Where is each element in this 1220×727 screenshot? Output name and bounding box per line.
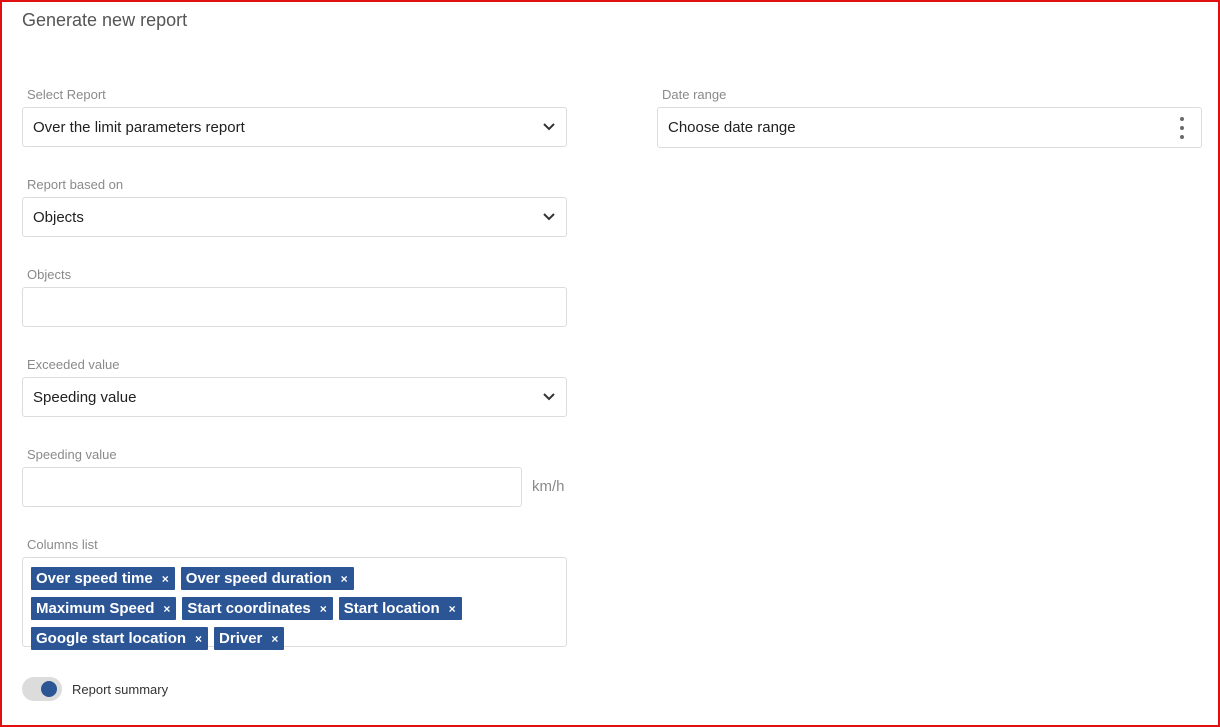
column-tag: Driver × (214, 627, 285, 650)
column-tag-label: Start location (343, 600, 440, 617)
speeding-value-label: Speeding value (27, 447, 117, 462)
column-tag-label: Start coordinates (187, 600, 311, 617)
report-based-on-label: Report based on (27, 177, 124, 192)
report-based-on-value: Objects (33, 208, 84, 226)
objects-input[interactable] (22, 287, 567, 327)
speeding-value-input[interactable] (22, 467, 522, 507)
column-tag-label: Over speed duration (185, 570, 332, 587)
remove-tag-icon[interactable]: × (163, 602, 170, 616)
speed-unit-label: km/h (532, 478, 565, 495)
column-tag-label: Maximum Speed (36, 600, 155, 617)
chevron-down-icon (542, 390, 556, 404)
columns-tag-list: Over speed time × Over speed duration × Maxi… (31, 567, 491, 650)
report-summary-label: Report summary (72, 682, 169, 697)
chevron-down-icon (542, 210, 556, 224)
exceeded-value-dropdown[interactable]: Speeding value (22, 377, 567, 417)
column-tag: Start coordinates × (182, 597, 333, 620)
chevron-down-icon (542, 120, 556, 134)
select-report-label: Select Report (27, 87, 106, 102)
remove-tag-icon[interactable]: × (341, 572, 348, 586)
remove-tag-icon[interactable]: × (449, 602, 456, 616)
column-tag-label: Over speed time (36, 570, 153, 587)
select-report-dropdown[interactable]: Over the limit parameters report (22, 107, 567, 147)
column-tag-label: Driver (219, 630, 263, 647)
column-tag: Over speed time × (31, 567, 175, 590)
exceeded-value-value: Speeding value (33, 388, 137, 406)
toggle-knob (41, 681, 57, 697)
report-based-on-dropdown[interactable]: Objects (22, 197, 567, 237)
date-range-value: Choose date range (668, 119, 796, 136)
date-range-label: Date range (662, 87, 727, 102)
remove-tag-icon[interactable]: × (320, 602, 327, 616)
page-title: Generate new report (22, 10, 188, 30)
column-tag: Over speed duration × (180, 567, 354, 590)
column-tag: Google start location × (31, 627, 209, 650)
remove-tag-icon[interactable]: × (271, 632, 278, 646)
remove-tag-icon[interactable]: × (162, 572, 169, 586)
column-tag: Maximum Speed × (31, 597, 177, 620)
select-report-value: Over the limit parameters report (33, 118, 245, 136)
objects-label: Objects (27, 267, 72, 282)
remove-tag-icon[interactable]: × (195, 632, 202, 646)
column-tag-label: Google start location (36, 630, 187, 647)
columns-list-field[interactable]: Over speed time × Over speed duration × Maxi… (22, 557, 567, 650)
column-tag: Start location × (338, 597, 462, 620)
report-summary-toggle[interactable] (22, 677, 62, 701)
exceeded-value-label: Exceeded value (27, 357, 120, 372)
columns-list-label: Columns list (27, 537, 98, 552)
more-vertical-icon[interactable] (1179, 116, 1185, 139)
date-range-picker[interactable]: Choose date range (657, 107, 1202, 148)
